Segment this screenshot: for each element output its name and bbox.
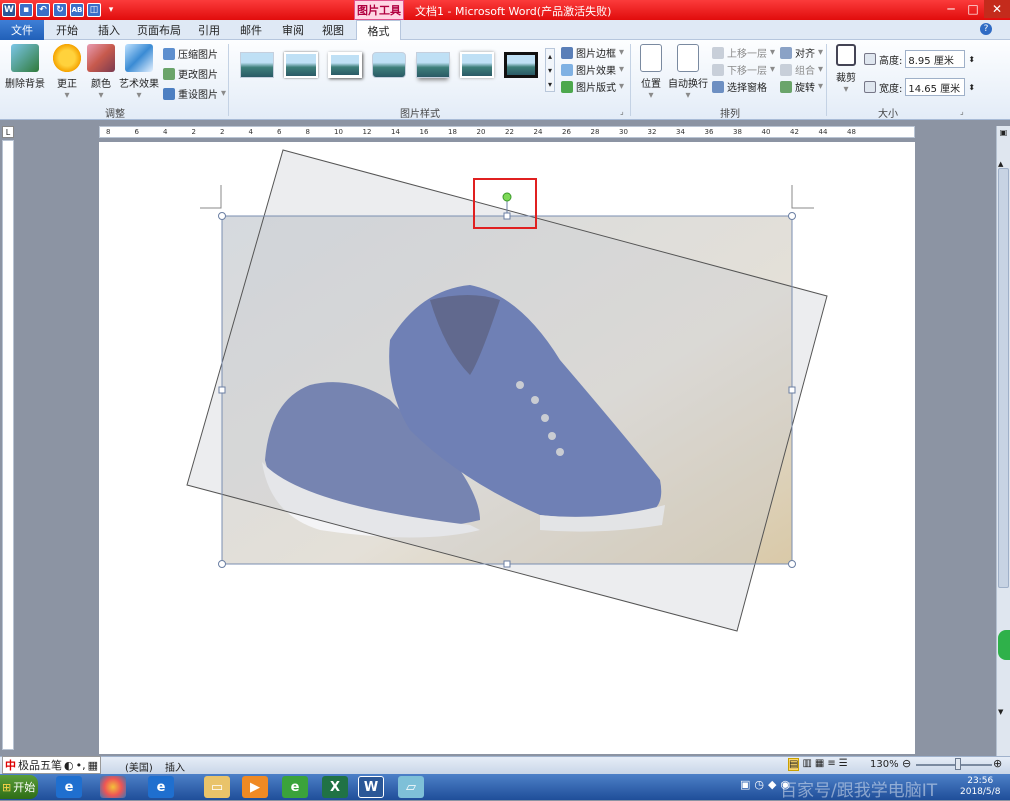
word-taskbar-icon[interactable]: W xyxy=(358,776,384,798)
print-layout-icon[interactable]: ▤ xyxy=(788,758,800,771)
zoom-out-icon[interactable]: ⊖ xyxy=(902,757,911,770)
folder-taskbar-icon[interactable]: ▭ xyxy=(204,776,230,798)
clock-date: 2018/5/8 xyxy=(960,787,1001,797)
punctuation-icon[interactable]: •, xyxy=(76,759,86,772)
clock-time: 23:56 xyxy=(967,776,994,786)
rotation-handle[interactable] xyxy=(502,192,512,202)
floating-badge[interactable] xyxy=(998,630,1010,660)
ruler-toggle-icon[interactable]: ▣ xyxy=(998,128,1009,139)
browser-taskbar-icon[interactable] xyxy=(100,776,126,798)
tray-icon[interactable]: ◷ xyxy=(754,778,764,791)
ime-name: 极品五笔 xyxy=(18,759,62,772)
app-taskbar-icon[interactable]: ▱ xyxy=(398,776,424,798)
ime-toolbar[interactable]: 中 极品五笔 ◐ •, ▦ xyxy=(2,756,102,774)
ie-taskbar-icon[interactable]: e xyxy=(148,776,174,798)
moon-icon[interactable]: ◐ xyxy=(64,759,74,772)
zoom-in-icon[interactable]: ⊕ xyxy=(993,757,1002,770)
zoom-level[interactable]: 130% xyxy=(870,759,899,770)
draft-icon[interactable]: ☰ xyxy=(839,758,848,771)
outline-icon[interactable]: ≡ xyxy=(827,758,835,771)
tray-icon[interactable]: ◆ xyxy=(768,778,776,791)
language-status[interactable]: (美国) xyxy=(125,759,153,774)
view-buttons: ▤ ▥ ▦ ≡ ☰ xyxy=(788,758,848,771)
browser-green-taskbar-icon[interactable]: e xyxy=(282,776,308,798)
vertical-scrollbar[interactable]: ▣ ▲ ▼ xyxy=(996,126,1010,756)
keyboard-icon[interactable]: ▦ xyxy=(88,759,98,772)
excel-taskbar-icon[interactable]: X xyxy=(322,776,348,798)
clock[interactable]: 23:56 2018/5/8 xyxy=(960,776,1000,798)
ie-taskbar-icon[interactable]: e xyxy=(56,776,82,798)
tray-icon[interactable]: ▣ xyxy=(740,778,750,791)
scroll-down-icon[interactable]: ▼ xyxy=(998,708,1003,716)
scrollbar-thumb[interactable] xyxy=(998,168,1009,588)
ime-logo-icon: 中 xyxy=(5,759,16,772)
zoom-slider-thumb[interactable] xyxy=(955,758,961,770)
watermark: 百家号/跟我学电脑IT xyxy=(780,781,938,801)
web-layout-icon[interactable]: ▦ xyxy=(815,758,824,771)
start-label: 开始 xyxy=(13,781,36,794)
full-screen-icon[interactable]: ▥ xyxy=(802,758,811,771)
media-player-taskbar-icon[interactable]: ▶ xyxy=(242,776,268,798)
windows-logo-icon: ⊞ xyxy=(2,780,12,794)
scroll-up-icon[interactable]: ▲ xyxy=(998,160,1003,168)
zoom-slider[interactable] xyxy=(916,764,992,766)
start-button[interactable]: ⊞ 开始 xyxy=(0,775,38,799)
canvas-overlay xyxy=(186,149,828,632)
insert-mode-status[interactable]: 插入 xyxy=(165,759,185,774)
